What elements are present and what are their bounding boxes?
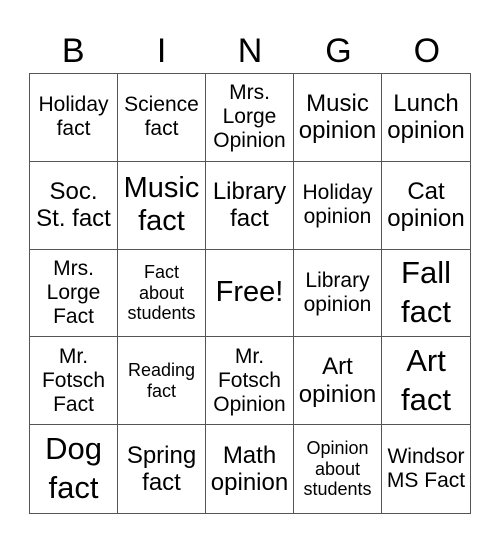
bingo-cell[interactable]: Fact about students	[118, 249, 206, 338]
bingo-cell[interactable]: Holiday fact	[30, 74, 118, 162]
bingo-cell[interactable]: Library opinion	[294, 249, 382, 338]
header-letter-i: I	[156, 32, 167, 70]
bingo-cell[interactable]: Mrs. Lorge Opinion	[206, 74, 294, 162]
bingo-cell[interactable]: Music opinion	[294, 74, 382, 162]
bingo-cell[interactable]: Windsor MS Fact	[382, 425, 470, 513]
bingo-cell[interactable]: Fall fact	[382, 250, 470, 338]
bingo-cell[interactable]: Art fact	[382, 337, 470, 426]
bingo-header: B I N G O	[29, 30, 471, 72]
bingo-cell[interactable]: Mrs. Lorge Fact	[30, 249, 118, 338]
bingo-cell[interactable]: Lunch opinion	[382, 74, 470, 162]
bingo-cell[interactable]: Art opinion	[294, 337, 382, 426]
bingo-cell[interactable]: Mr. Fotsch Fact	[30, 337, 118, 426]
header-letter-g: G	[325, 32, 352, 70]
bingo-cell[interactable]: Spring fact	[118, 425, 206, 513]
bingo-cell[interactable]: Soc. St. fact	[30, 161, 118, 250]
bingo-cell[interactable]: Opinion about students	[294, 425, 382, 513]
header-letter-o: O	[413, 32, 441, 70]
bingo-grid: Holiday fact Science fact Mrs. Lorge Opini…	[29, 73, 471, 514]
bingo-cell[interactable]: Reading fact	[118, 337, 206, 426]
bingo-cell[interactable]: Science fact	[118, 74, 206, 162]
bingo-cell[interactable]: Math opinion	[206, 425, 294, 513]
header-letter-b: B	[61, 32, 85, 70]
bingo-cell[interactable]: Dog fact	[30, 425, 118, 513]
bingo-cell[interactable]: Music fact	[118, 161, 206, 250]
bingo-cell[interactable]: Cat opinion	[382, 162, 470, 250]
header-letter-n: N	[237, 32, 263, 70]
bingo-cell[interactable]: Mr. Fotsch Opinion	[206, 337, 294, 426]
bingo-cell[interactable]: Holiday opinion	[294, 161, 382, 250]
bingo-cell[interactable]: Library fact	[206, 161, 294, 250]
free-space-cell[interactable]: Free!	[206, 249, 294, 338]
